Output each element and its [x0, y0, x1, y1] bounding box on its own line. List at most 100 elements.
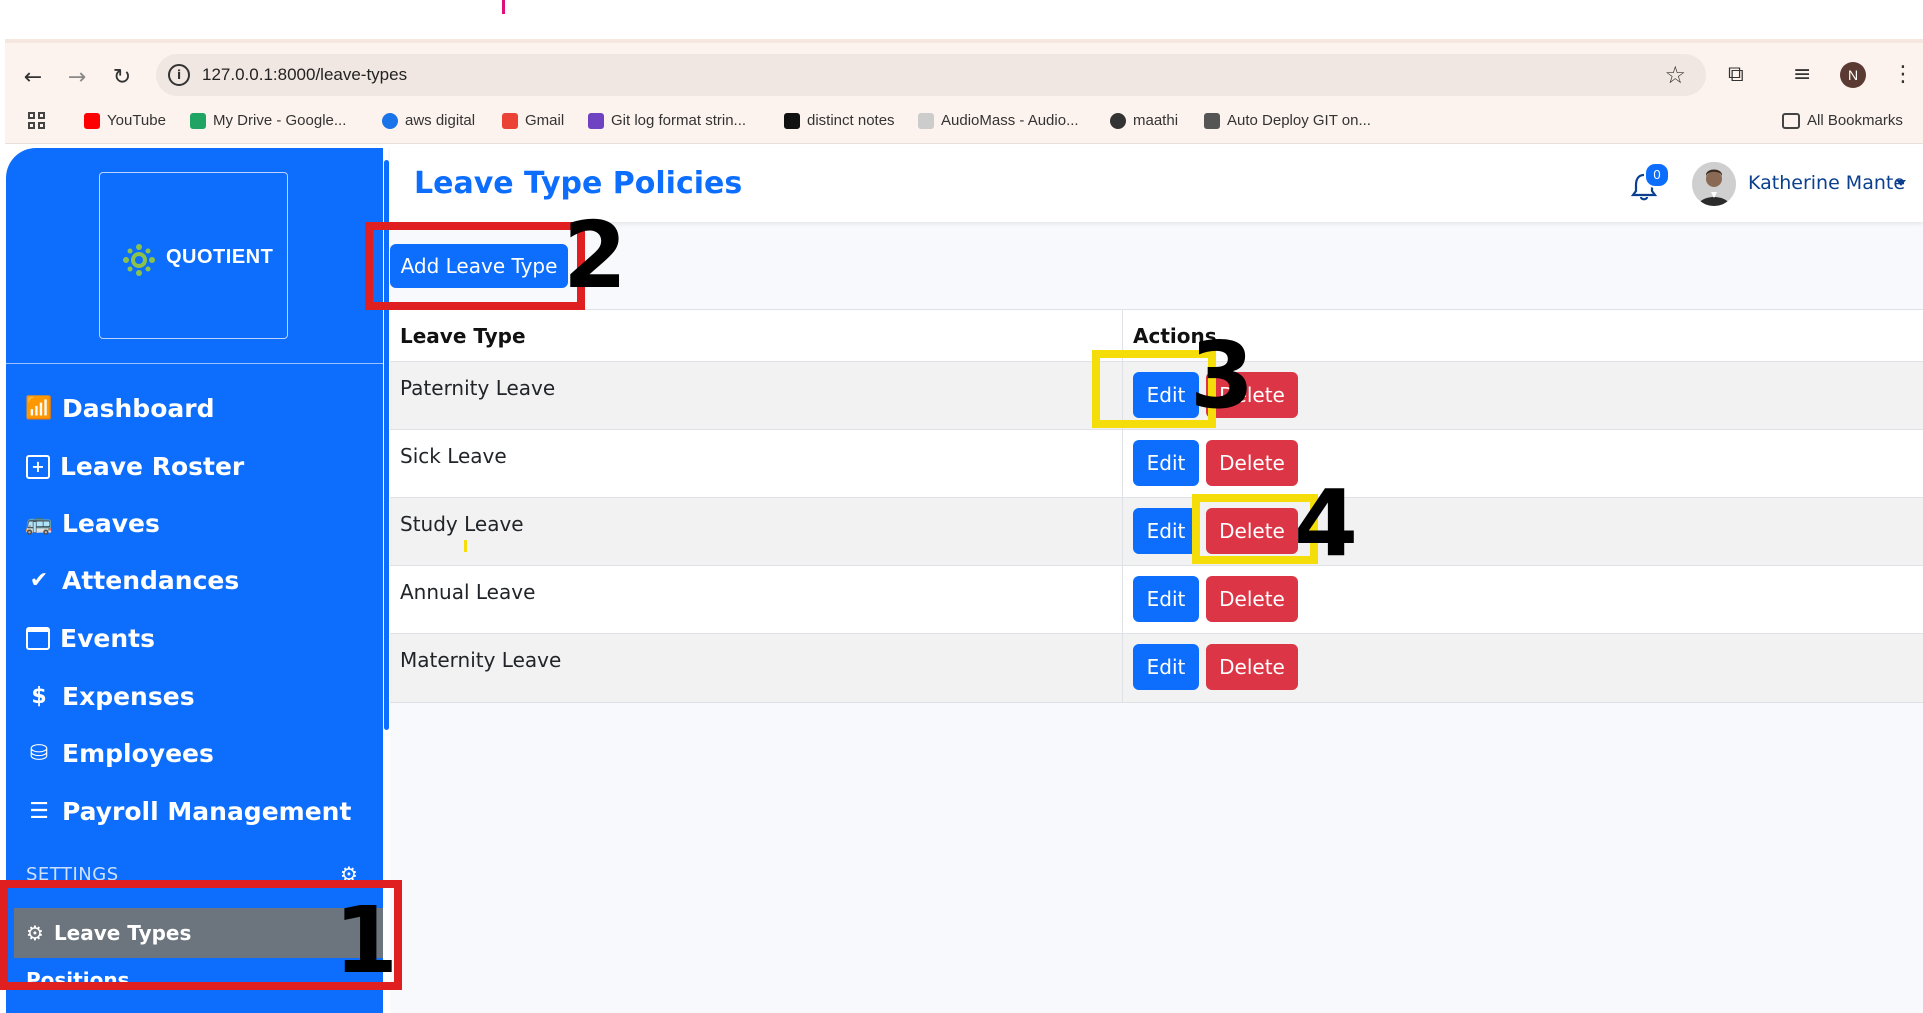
avatar[interactable] — [1692, 162, 1736, 206]
table-row: Sick Leave Edit Delete — [390, 429, 1923, 498]
bookmark-gmail[interactable]: Gmail — [502, 112, 564, 129]
logo-card[interactable]: QUOTIENT — [99, 172, 288, 339]
leave-type-name: Maternity Leave — [400, 648, 562, 672]
sidebar-item-attendances[interactable]: ✔ Attendances — [26, 566, 239, 595]
gmail-icon — [502, 112, 518, 129]
list-icon: ☰ — [29, 799, 49, 824]
bookmark-label: Auto Deploy GIT on... — [1227, 112, 1371, 129]
extensions-icon[interactable]: ⧉ — [1728, 62, 1744, 87]
table-row: Maternity Leave Edit Delete — [390, 633, 1923, 703]
site-info-icon[interactable]: i — [168, 64, 190, 86]
sidebar-item-label: Events — [60, 624, 155, 653]
browser-tab-strip — [0, 0, 1923, 43]
delete-button[interactable]: Delete — [1206, 644, 1298, 690]
sidebar-item-label: Payroll Management — [62, 797, 352, 826]
user-photo-icon — [1692, 162, 1736, 206]
google-drive-icon — [190, 112, 206, 129]
youtube-icon — [84, 112, 100, 129]
sidebar-item-label: Expenses — [62, 682, 195, 711]
table-row: Study Leave Edit Delete — [390, 497, 1923, 566]
column-separator — [1122, 498, 1123, 566]
all-bookmarks[interactable]: All Bookmarks — [1782, 112, 1903, 129]
annotation-number-3: 3 — [1190, 322, 1255, 429]
column-header-leave-type: Leave Type — [400, 324, 526, 348]
sidebar-item-expenses[interactable]: $ Expenses — [26, 682, 195, 711]
edit-button[interactable]: Edit — [1133, 576, 1199, 622]
audiomass-icon — [918, 112, 934, 129]
bar-chart-icon: 📶 — [25, 396, 53, 421]
sidebar-item-label: Leaves — [62, 509, 160, 538]
sidebar-item-events[interactable]: Events — [26, 624, 155, 653]
bookmark-my-drive[interactable]: My Drive - Google... — [190, 112, 346, 129]
annotation-number-1: 1 — [334, 887, 399, 994]
sidebar-item-leaves[interactable]: 🚌 Leaves — [25, 509, 160, 538]
sidebar-item-employees[interactable]: ⛁ Employees — [26, 739, 214, 768]
bookmark-star-icon[interactable]: ☆ — [1664, 61, 1686, 89]
bookmark-label: My Drive - Google... — [213, 112, 347, 129]
calendar-plus-icon: + — [26, 454, 50, 479]
all-bookmarks-label: All Bookmarks — [1807, 112, 1903, 129]
user-name[interactable]: Katherine Mante — [1748, 172, 1905, 194]
column-separator — [1122, 634, 1123, 702]
annotation-number-2: 2 — [563, 202, 628, 309]
folder-icon — [1782, 112, 1800, 129]
leave-type-name: Annual Leave — [400, 580, 536, 604]
sidebar-item-leave-roster[interactable]: + Leave Roster — [26, 452, 244, 481]
edit-button[interactable]: Edit — [1133, 440, 1199, 486]
media-control-icon[interactable]: ≡ — [1793, 62, 1811, 87]
leave-type-name: Study Leave — [400, 512, 524, 536]
delete-button[interactable]: Delete — [1206, 440, 1298, 486]
column-separator — [1122, 430, 1123, 498]
deploy-icon — [1204, 112, 1220, 129]
bookmark-distinct-notes[interactable]: distinct notes — [784, 112, 895, 129]
edit-button[interactable]: Edit — [1133, 644, 1199, 690]
leave-type-name: Sick Leave — [400, 444, 507, 468]
sidebar-divider — [6, 363, 383, 364]
leave-types-table: Leave Type Actions Paternity Leave Edit … — [390, 309, 1923, 703]
logo-text: QUOTIENT — [166, 246, 274, 268]
bookmark-label: AudioMass - Audio... — [941, 112, 1079, 129]
sidebar-item-label: Dashboard — [62, 394, 215, 423]
bookmark-label: Gmail — [525, 112, 565, 129]
bookmark-label: distinct notes — [807, 112, 895, 129]
notification-badge: 0 — [1644, 162, 1670, 188]
chevron-down-icon[interactable] — [1896, 180, 1906, 186]
column-separator — [1122, 566, 1123, 634]
sidebar-item-payroll-management[interactable]: ☰ Payroll Management — [26, 797, 351, 826]
profile-avatar[interactable]: N — [1840, 62, 1866, 88]
sidebar-item-label: Attendances — [62, 566, 240, 595]
bookmark-label: aws digital — [405, 112, 476, 129]
sidebar-item-dashboard[interactable]: 📶 Dashboard — [25, 394, 215, 423]
address-bar[interactable]: i 127.0.0.1:8000/leave-types ☆ — [156, 54, 1706, 96]
bookmark-maathi[interactable]: maathi — [1110, 112, 1178, 129]
notes-icon — [784, 112, 800, 129]
edit-button[interactable]: Edit — [1133, 508, 1199, 554]
annotation-box-2 — [365, 222, 585, 310]
delete-button[interactable]: Delete — [1206, 576, 1298, 622]
aws-icon — [382, 112, 398, 129]
bookmark-youtube[interactable]: YouTube — [84, 112, 166, 129]
dollar-icon: $ — [31, 684, 47, 709]
forward-icon[interactable]: → — [62, 63, 92, 93]
bus-icon: 🚌 — [25, 511, 53, 536]
back-icon[interactable]: ← — [18, 63, 48, 93]
bookmark-auto-deploy[interactable]: Auto Deploy GIT on... — [1204, 112, 1371, 129]
sidebar-item-label: Leave Roster — [60, 452, 245, 481]
bookmark-label: YouTube — [107, 112, 166, 129]
table-row: Annual Leave Edit Delete — [390, 565, 1923, 634]
bookmark-label: Git log format strin... — [611, 112, 747, 129]
menu-kebab-icon[interactable]: ⋮ — [1892, 62, 1914, 87]
quotient-logo-icon — [123, 244, 155, 276]
reload-icon[interactable]: ↻ — [107, 63, 137, 93]
git-log-icon — [588, 112, 604, 129]
bookmark-audiomass[interactable]: AudioMass - Audio... — [918, 112, 1079, 129]
page-title: Leave Type Policies — [414, 166, 743, 201]
bookmark-git-log[interactable]: Git log format strin... — [588, 112, 746, 129]
apps-grid-icon[interactable] — [28, 112, 46, 130]
tab-indicator — [502, 0, 505, 14]
bookmark-label: maathi — [1133, 112, 1179, 129]
annotation-number-4: 4 — [1294, 470, 1359, 577]
calendar-icon — [26, 627, 50, 650]
url-text[interactable]: 127.0.0.1:8000/leave-types — [202, 65, 407, 85]
bookmark-aws-digital[interactable]: aws digital — [382, 112, 475, 129]
